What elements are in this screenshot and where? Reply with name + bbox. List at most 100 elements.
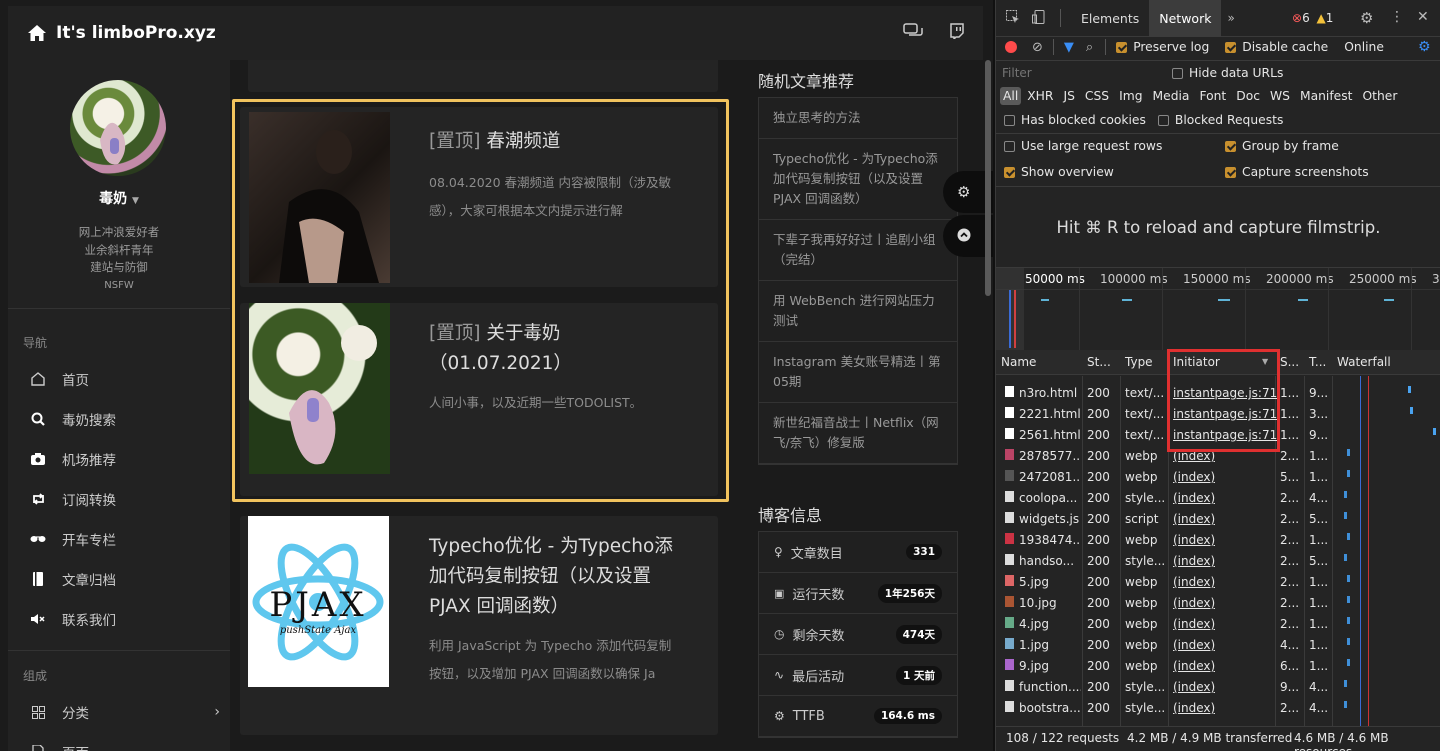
post-title[interactable]: Typecho优化 - 为Typecho添加代码复制按钮（以及设置PJAX 回调…	[429, 532, 679, 622]
timeline-overview[interactable]: 50000 ms 100000 ms 150000 ms 200000 ms 2…	[996, 267, 1440, 350]
request-row[interactable]: 10.jpg 200 webp (index) 2... 1...	[996, 593, 1440, 614]
large-rows-checkbox[interactable]	[1004, 140, 1015, 152]
column-status[interactable]: St...	[1087, 355, 1111, 369]
request-size: 6...	[1280, 659, 1300, 673]
request-status: 200	[1087, 680, 1110, 694]
request-initiator-link[interactable]: (index)	[1173, 596, 1215, 610]
request-initiator-link[interactable]: (index)	[1173, 491, 1215, 505]
tab-elements[interactable]: Elements	[1071, 0, 1149, 37]
pulse-icon: ∿	[774, 668, 785, 682]
request-initiator-link[interactable]: (index)	[1173, 701, 1215, 715]
random-post-link[interactable]: 用 WebBench 进行网站压力测试	[759, 281, 957, 342]
record-button-icon[interactable]	[1005, 41, 1017, 53]
filter-input[interactable]	[1002, 64, 1162, 82]
filter-funnel-icon[interactable]: ▼	[1064, 40, 1074, 55]
throttling-select[interactable]: Online	[1344, 40, 1384, 54]
filter-type-css[interactable]: CSS	[1081, 87, 1113, 105]
show-overview-checkbox[interactable]	[1004, 166, 1015, 178]
request-row[interactable]: handso... 200 style... (index) 2... 5...	[996, 551, 1440, 572]
column-size[interactable]: S...	[1280, 355, 1299, 369]
request-row[interactable]: 2472081... 200 webp (index) 5... 1...	[996, 467, 1440, 488]
nav-item-contact[interactable]: 联系我们	[30, 607, 220, 631]
nav-item-subscribe[interactable]: 订阅转换	[30, 487, 220, 511]
request-count: 108 / 122 requests	[1006, 731, 1120, 745]
tab-network[interactable]: Network	[1149, 0, 1222, 37]
request-row[interactable]: 9.jpg 200 webp (index) 6... 1...	[996, 656, 1440, 677]
request-row[interactable]: function.... 200 style... (index) 9... 4...	[996, 677, 1440, 698]
request-initiator-link[interactable]: (index)	[1173, 470, 1215, 484]
filter-type-manifest[interactable]: Manifest	[1296, 87, 1356, 105]
clear-icon[interactable]: ⊘	[1032, 40, 1043, 55]
request-row[interactable]: 1938474... 200 webp (index) 2... 1...	[996, 530, 1440, 551]
filter-type-all[interactable]: All	[1000, 87, 1022, 105]
request-row[interactable]: widgets.js 200 script (index) 2... 5...	[996, 509, 1440, 530]
nav-item-archive[interactable]: 文章归档	[30, 567, 220, 591]
request-initiator-link[interactable]: (index)	[1173, 554, 1215, 568]
nav-item-drive[interactable]: 开车专栏	[30, 527, 220, 551]
request-initiator-link[interactable]: (index)	[1173, 659, 1215, 673]
blocked-requests-checkbox[interactable]	[1157, 114, 1169, 126]
request-initiator-link[interactable]: (index)	[1173, 575, 1215, 589]
request-initiator-link[interactable]: (index)	[1173, 617, 1215, 631]
random-post-link[interactable]: 新世纪福音战士丨Netflix（网飞/奈飞）修复版	[759, 403, 957, 464]
more-tabs-icon[interactable]: »	[1227, 11, 1234, 25]
request-row[interactable]: 5.jpg 200 webp (index) 2... 1...	[996, 572, 1440, 593]
error-count[interactable]: ⊗6 ▲1	[1292, 11, 1333, 25]
nav-item-airport[interactable]: 机场推荐	[30, 447, 220, 471]
device-toggle-icon[interactable]	[1032, 9, 1048, 27]
filter-type-js[interactable]: JS	[1059, 87, 1078, 105]
profile-name-dropdown[interactable]: 毒奶 ▼	[8, 188, 230, 208]
disable-cache-checkbox[interactable]	[1225, 41, 1237, 53]
avatar[interactable]	[70, 80, 166, 176]
filter-type-xhr[interactable]: XHR	[1023, 87, 1057, 105]
twitch-icon[interactable]	[949, 23, 965, 39]
filter-type-media[interactable]: Media	[1149, 87, 1194, 105]
filter-type-font[interactable]: Font	[1195, 87, 1230, 105]
request-type: style...	[1125, 491, 1166, 505]
nav-item-pages[interactable]: 页面	[30, 740, 220, 751]
request-initiator-link[interactable]: (index)	[1173, 512, 1215, 526]
request-row[interactable]: 1.jpg 200 webp (index) 4... 1...	[996, 635, 1440, 656]
inspect-element-icon[interactable]	[1006, 9, 1022, 27]
search-icon[interactable]: ⌕	[1086, 40, 1093, 55]
chat-icon[interactable]	[903, 23, 923, 39]
request-initiator-link[interactable]: (index)	[1173, 680, 1215, 694]
random-post-link[interactable]: Instagram 美女账号精选丨第05期	[759, 342, 957, 403]
filter-type-img[interactable]: Img	[1115, 87, 1146, 105]
settings-gear-icon[interactable]: ⚙	[1360, 9, 1373, 27]
blog-website: It's limboPro.xyz 毒奶 ▼ 网上冲浪爱好者 业余斜杆青年 建站…	[0, 0, 993, 751]
nav-item-home[interactable]: 首页	[30, 367, 220, 391]
network-settings-icon[interactable]: ⚙	[1418, 39, 1431, 55]
nav-item-categories[interactable]: 分类 ›	[30, 700, 220, 724]
filter-type-doc[interactable]: Doc	[1232, 87, 1264, 105]
column-name[interactable]: Name	[1001, 355, 1036, 369]
request-row[interactable]: coolopa... 200 style... (index) 2... 4...	[996, 488, 1440, 509]
pjax-logo-subtitle: pushState Ajax	[280, 625, 357, 636]
request-row[interactable]: 4.jpg 200 webp (index) 2... 1...	[996, 614, 1440, 635]
site-brand[interactable]: It's limboPro.xyz	[8, 23, 216, 43]
request-initiator-link[interactable]: (index)	[1173, 533, 1215, 547]
column-waterfall[interactable]: Waterfall	[1337, 355, 1391, 369]
request-status: 200	[1087, 701, 1110, 715]
page-scrollbar[interactable]	[985, 60, 991, 296]
column-type[interactable]: Type	[1125, 355, 1153, 369]
group-by-frame-checkbox[interactable]	[1225, 140, 1236, 152]
has-blocked-cookies-checkbox[interactable]	[1004, 114, 1015, 126]
filter-type-ws[interactable]: WS	[1266, 87, 1294, 105]
kebab-menu-icon[interactable]: ⋮	[1390, 9, 1404, 25]
random-post-link[interactable]: 下辈子我再好好过丨追剧小组（完结）	[759, 220, 957, 281]
preserve-log-checkbox[interactable]	[1116, 41, 1128, 53]
hide-data-urls-checkbox[interactable]	[1172, 67, 1183, 79]
nav-item-search[interactable]: 毒奶搜索	[30, 407, 220, 431]
column-time[interactable]: T...	[1309, 355, 1326, 369]
post-card[interactable]: PJAX pushState Ajax Typecho优化 - 为Typecho…	[240, 516, 718, 735]
close-icon[interactable]: ✕	[1417, 9, 1429, 25]
capture-screenshots-checkbox[interactable]	[1225, 166, 1236, 178]
random-post-link[interactable]: Typecho优化 - 为Typecho添加代码复制按钮（以及设置PJAX 回调…	[759, 139, 957, 220]
request-initiator-link[interactable]: (index)	[1173, 638, 1215, 652]
random-post-link[interactable]: 独立思考的方法	[759, 98, 957, 139]
filter-type-other[interactable]: Other	[1358, 87, 1401, 105]
pjax-logo-thumbnail[interactable]: PJAX pushState Ajax	[248, 516, 389, 687]
request-row[interactable]: bootstra... 200 style... (index) 2... 4...	[996, 698, 1440, 719]
request-status: 200	[1087, 512, 1110, 526]
